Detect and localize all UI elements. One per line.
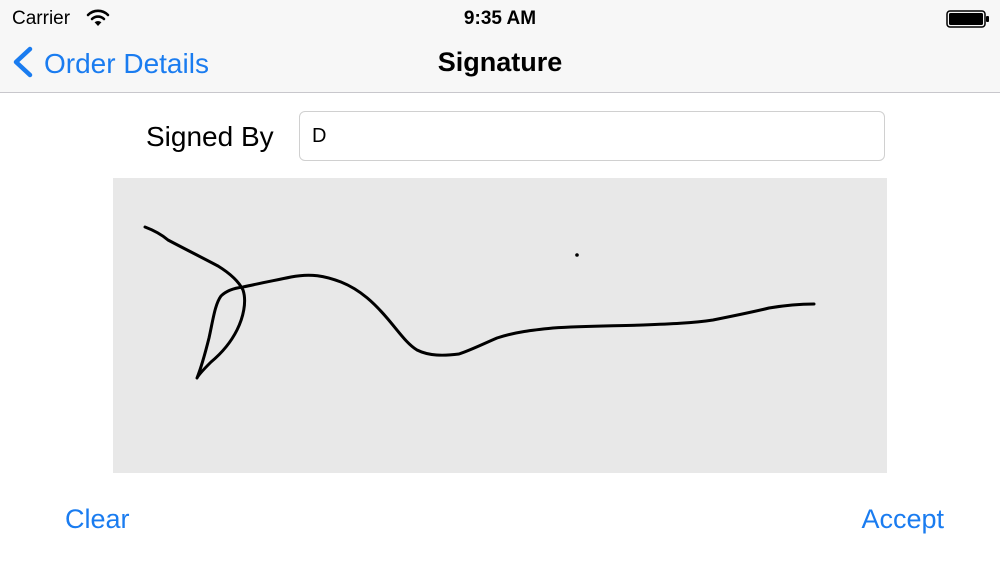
signature-pad[interactable] [113,178,887,473]
status-bar: Carrier 9:35 AM [0,0,1000,40]
battery-icon [946,10,990,28]
signed-by-input[interactable] [299,111,885,161]
signature-screen: Carrier 9:35 AM Order Details Signature … [0,0,1000,563]
status-time: 9:35 AM [463,8,537,29]
accept-button[interactable]: Accept [861,503,944,535]
page-title: Signature [437,47,563,77]
signature-ink [143,225,816,380]
clear-button[interactable]: Clear [65,503,130,535]
navigation-bar: Order Details Signature [0,40,1000,93]
signed-by-label: Signed By [146,121,274,152]
